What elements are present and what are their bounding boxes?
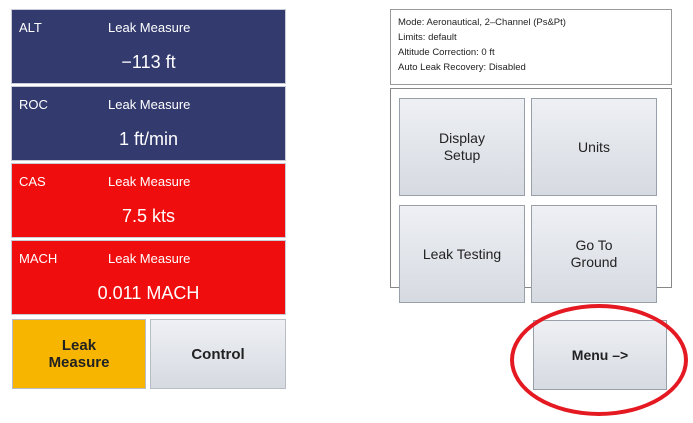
display-setup-button[interactable]: Display Setup: [399, 98, 525, 196]
roc-mode: Leak Measure: [108, 97, 191, 112]
mach-value: 0.011 MACH: [97, 283, 200, 303]
leak-measure-label: Leak Measure: [48, 337, 110, 371]
menu-label: Menu –>: [571, 347, 629, 363]
roc-label: ROC: [19, 97, 48, 112]
cas-label: CAS: [19, 174, 46, 189]
altitude-correction-text: Altitude Correction: 0 ft: [398, 47, 495, 58]
limits-text: Limits: default: [398, 32, 457, 43]
cas-mode: Leak Measure: [108, 174, 191, 189]
display-setup-label: Display Setup: [439, 130, 485, 163]
alt-value: −113 ft: [121, 52, 176, 72]
mach-label: MACH: [19, 251, 58, 266]
roc-value: 1 ft/min: [118, 129, 179, 149]
alt-label: ALT: [19, 20, 42, 35]
leak-testing-button[interactable]: Leak Testing: [399, 205, 525, 303]
status-info-box: Mode: Aeronautical, 2–Channel (Ps&Pt) Li…: [390, 9, 672, 85]
alt-mode: Leak Measure: [108, 20, 191, 35]
alt-panel[interactable]: ALT Leak Measure −113 ft: [11, 9, 286, 84]
mach-mode: Leak Measure: [108, 251, 191, 266]
control-button[interactable]: Control: [150, 319, 286, 389]
menu-grid: Display Setup Units Leak Testing Go To G…: [390, 88, 672, 303]
menu-button[interactable]: Menu –>: [533, 320, 667, 390]
leak-measure-button[interactable]: Leak Measure: [12, 319, 146, 389]
go-to-ground-button[interactable]: Go To Ground: [531, 205, 657, 303]
units-button[interactable]: Units: [531, 98, 657, 196]
go-to-ground-label: Go To Ground: [570, 237, 618, 270]
cas-value: 7.5 kts: [121, 206, 176, 226]
leak-testing-label: Leak Testing: [422, 245, 502, 262]
mach-panel[interactable]: MACH Leak Measure 0.011 MACH: [11, 240, 286, 315]
mode-text: Mode: Aeronautical, 2–Channel (Ps&Pt): [398, 17, 566, 28]
cas-panel[interactable]: CAS Leak Measure 7.5 kts: [11, 163, 286, 238]
units-label: Units: [578, 138, 610, 155]
control-label: Control: [191, 345, 245, 363]
roc-panel[interactable]: ROC Leak Measure 1 ft/min: [11, 86, 286, 161]
auto-leak-recovery-text: Auto Leak Recovery: Disabled: [398, 62, 526, 73]
